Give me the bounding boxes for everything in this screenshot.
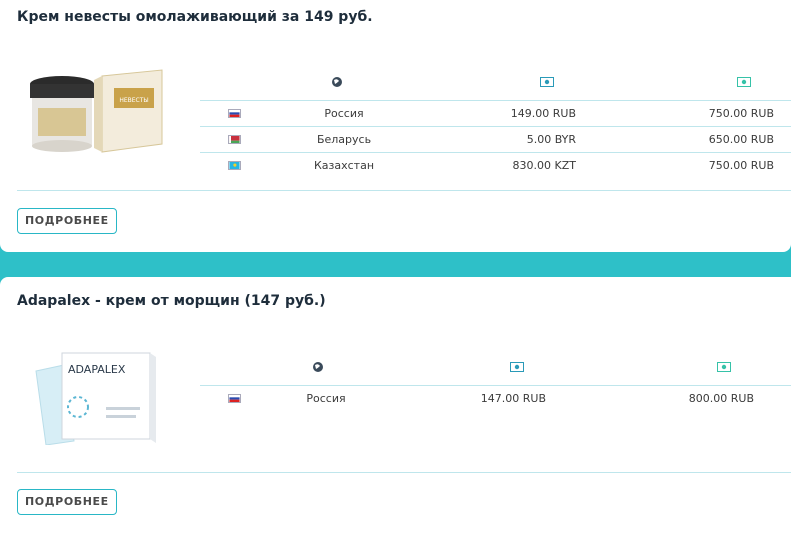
svg-text:ADAPALEX: ADAPALEX bbox=[68, 363, 126, 376]
table-row: Беларусь 5.00 BYR 650.00 RUB bbox=[200, 127, 791, 153]
price-cell: 830.00 KZT bbox=[512, 159, 576, 172]
product-image: ADAPALEX bbox=[35, 352, 156, 445]
price-cell: 147.00 RUB bbox=[480, 392, 546, 405]
old-price-cell: 750.00 RUB bbox=[708, 159, 774, 172]
table-row: Россия 147.00 RUB 800.00 RUB bbox=[200, 386, 791, 411]
svg-text:НЕВЕСТЫ: НЕВЕСТЫ bbox=[119, 97, 148, 104]
table-row: Россия 149.00 RUB 750.00 RUB bbox=[200, 101, 791, 127]
price-table: Россия 147.00 RUB 800.00 RUB bbox=[200, 349, 791, 411]
country-cell: Россия bbox=[306, 392, 346, 405]
divider bbox=[17, 472, 791, 473]
money-icon bbox=[510, 362, 524, 372]
table-row: Казахстан 830.00 KZT 750.00 RUB bbox=[200, 153, 791, 178]
money-icon bbox=[737, 77, 751, 87]
old-price-cell: 750.00 RUB bbox=[708, 107, 774, 120]
globe-icon bbox=[332, 77, 342, 87]
money-icon bbox=[540, 77, 554, 87]
country-cell: Россия bbox=[324, 107, 364, 120]
details-button[interactable]: ПОДРОБНЕЕ bbox=[17, 489, 117, 515]
price-table: Россия 149.00 RUB 750.00 RUB Беларусь 5.… bbox=[200, 64, 791, 178]
divider bbox=[17, 190, 791, 191]
price-cell: 5.00 BYR bbox=[526, 133, 576, 146]
country-cell: Беларусь bbox=[316, 133, 372, 146]
price-cell: 149.00 RUB bbox=[510, 107, 576, 120]
money-icon bbox=[717, 362, 731, 372]
product-card-1: Крем невесты омолаживающий за 149 руб. Н… bbox=[0, 0, 791, 252]
table-header bbox=[200, 349, 791, 386]
product-title: Adapalex - крем от морщин (147 руб.) bbox=[17, 293, 326, 309]
old-price-cell: 800.00 RUB bbox=[688, 392, 754, 405]
product-title: Крем невесты омолаживающий за 149 руб. bbox=[17, 9, 373, 25]
table-header bbox=[200, 64, 791, 101]
product-image: НЕВЕСТЫ bbox=[30, 69, 163, 153]
globe-icon bbox=[313, 362, 323, 372]
country-cell: Казахстан bbox=[313, 159, 375, 172]
old-price-cell: 650.00 RUB bbox=[708, 133, 774, 146]
details-button[interactable]: ПОДРОБНЕЕ bbox=[17, 208, 117, 234]
product-card-2: Adapalex - крем от морщин (147 руб.) ADA… bbox=[0, 277, 791, 537]
